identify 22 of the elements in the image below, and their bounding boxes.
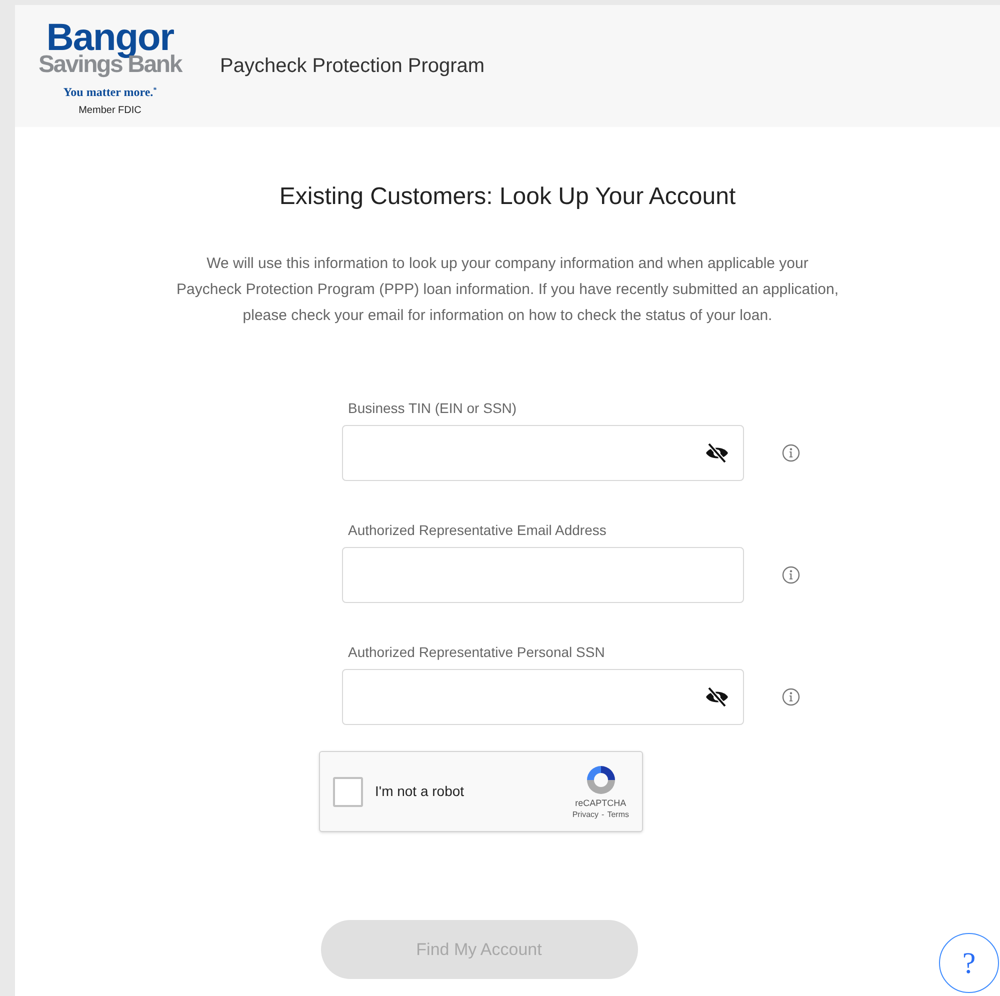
field-label: Authorized Representative Personal SSN: [348, 643, 606, 661]
input-field[interactable]: [342, 547, 744, 603]
logo-tagline: You matter more.$^{*}$: [63, 84, 157, 100]
hide-eye-icon[interactable]: [705, 443, 729, 463]
hide-eye-icon[interactable]: [705, 687, 729, 707]
info-icon[interactable]: [782, 688, 800, 706]
intro-paragraph: We will use this information to look up your company information and when applicable your Paycheck Protection Program (PPP) loan information. If you have recently submitted an application, please check your email for information on how to check the status of your loan.: [176, 254, 840, 326]
page-title: Paycheck Protection Program: [220, 54, 485, 79]
captcha-label: I'm not a robot: [375, 782, 464, 801]
info-icon[interactable]: [782, 566, 800, 584]
captcha-checkbox[interactable]: [333, 776, 363, 806]
captcha-brand: reCAPTCHA: [575, 796, 626, 808]
info-icon[interactable]: [782, 444, 800, 462]
field-label: Business TIN (EIN or SSN): [348, 399, 518, 417]
member-fdic: Member FDIC: [78, 104, 142, 118]
terms-link[interactable]: Terms: [607, 808, 629, 820]
field-label: Authorized Representative Email Address: [348, 521, 608, 539]
privacy-link[interactable]: Privacy: [572, 808, 599, 820]
input-field[interactable]: [342, 669, 744, 725]
link-separator: -: [602, 808, 604, 820]
input-field[interactable]: [342, 425, 744, 481]
heading: Existing Customers: Look Up Your Account: [279, 182, 736, 212]
